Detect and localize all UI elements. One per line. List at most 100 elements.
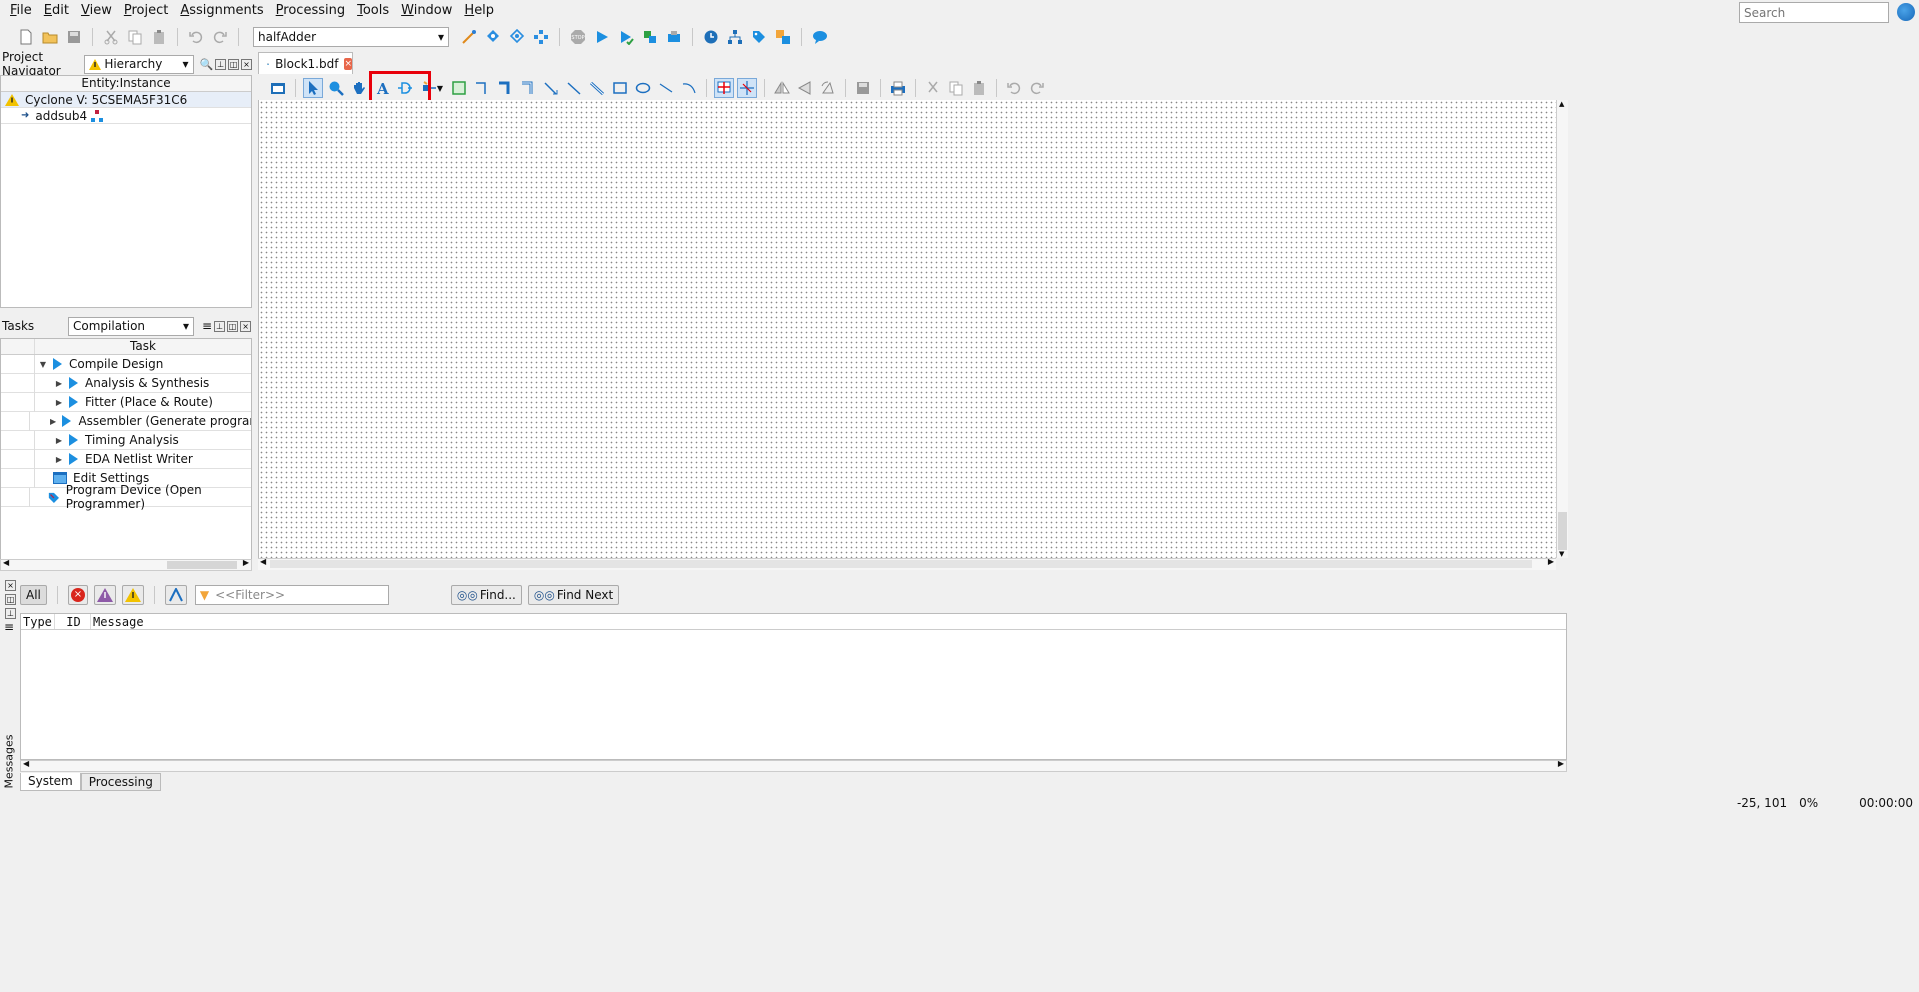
play-icon[interactable]	[69, 453, 78, 465]
hierarchy-icon[interactable]	[725, 27, 745, 47]
menu-processing[interactable]: Processing	[270, 0, 351, 22]
scroll-left-icon[interactable]: ◀	[3, 558, 9, 567]
menu-help[interactable]: Help	[458, 0, 500, 22]
warning-filter-button[interactable]	[121, 585, 144, 605]
selection-tool-icon[interactable]	[303, 78, 323, 98]
scroll-left-icon[interactable]: ◀	[23, 759, 29, 768]
save-icon[interactable]	[853, 78, 873, 98]
pin-icon[interactable]: ⊥	[215, 58, 227, 70]
canvas-vertical-scrollbar[interactable]: ▲ ▼	[1556, 100, 1568, 558]
orthogonal-node-icon[interactable]	[472, 78, 492, 98]
pin-icon[interactable]: ⊥	[5, 608, 16, 619]
zoom-tool-icon[interactable]	[326, 78, 346, 98]
oval-tool-icon[interactable]	[633, 78, 653, 98]
float-icon[interactable]: ◫	[5, 594, 16, 605]
revision-dropdown[interactable]: halfAdder ▾	[253, 27, 449, 47]
task-assembler[interactable]: ▶ Assembler (Generate programmin	[1, 411, 251, 431]
tag-icon[interactable]	[749, 27, 769, 47]
task-flow-dropdown[interactable]: Compilation ▾	[68, 316, 194, 336]
scroll-right-icon[interactable]: ▶	[1558, 759, 1564, 768]
menu-assignments[interactable]: Assignments	[174, 0, 269, 22]
expand-icon[interactable]: ▶	[55, 379, 63, 388]
tab-block1-bdf[interactable]: Block1.bdf ×	[258, 52, 353, 74]
column-header-id[interactable]: ID	[55, 614, 91, 629]
expand-icon[interactable]: ▶	[55, 398, 63, 407]
block-diagram-canvas[interactable]	[258, 100, 1556, 558]
analysis-icon[interactable]	[616, 27, 636, 47]
menu-icon[interactable]: ≡	[4, 620, 14, 634]
menu-tools[interactable]: Tools	[351, 0, 395, 22]
flip-vertical-icon[interactable]	[795, 78, 815, 98]
hand-tool-icon[interactable]	[349, 78, 369, 98]
flip-horizontal-icon[interactable]	[772, 78, 792, 98]
task-eda-netlist-writer[interactable]: ▶ EDA Netlist Writer	[1, 449, 251, 469]
copy-icon[interactable]	[946, 78, 966, 98]
block-tool-icon[interactable]	[449, 78, 469, 98]
task-compile-design[interactable]: ▼ Compile Design	[1, 354, 251, 374]
copy-icon[interactable]	[125, 27, 145, 47]
tab-system[interactable]: System	[20, 773, 81, 791]
canvas-horizontal-scrollbar[interactable]: ◀ ▶	[258, 557, 1556, 570]
partial-line-selection-icon[interactable]	[714, 78, 734, 98]
messages-horizontal-scrollbar[interactable]: ◀ ▶	[20, 759, 1567, 772]
critical-warning-filter-button[interactable]	[93, 585, 116, 605]
timing-icon[interactable]	[701, 27, 721, 47]
orthogonal-conduit-icon[interactable]	[518, 78, 538, 98]
menu-view[interactable]: View	[75, 0, 118, 22]
play-icon[interactable]	[62, 415, 72, 427]
chip-planner-icon[interactable]	[773, 27, 793, 47]
line-tool-icon[interactable]	[656, 78, 676, 98]
diagonal-line-icon[interactable]	[564, 78, 584, 98]
open-folder-icon[interactable]	[40, 27, 60, 47]
column-header-type[interactable]: Type	[21, 614, 55, 629]
cut-icon[interactable]	[923, 78, 943, 98]
find-button[interactable]: ◎◎ Find...	[450, 585, 522, 605]
diagonal-node-icon[interactable]	[541, 78, 561, 98]
scroll-down-icon[interactable]: ▼	[1559, 550, 1564, 558]
close-tab-icon[interactable]: ×	[344, 57, 352, 70]
expand-icon[interactable]: ▶	[50, 417, 57, 426]
suppressed-filter-button[interactable]	[164, 585, 187, 605]
scroll-right-icon[interactable]: ▶	[1548, 557, 1554, 566]
column-header-message[interactable]: Message	[91, 614, 1566, 629]
tasks-horizontal-scrollbar[interactable]: ◀ ▶	[0, 558, 252, 571]
task-program-device[interactable]: Program Device (Open Programmer)	[1, 483, 251, 511]
arc-tool-icon[interactable]	[679, 78, 699, 98]
assignment-editor-icon[interactable]	[483, 27, 503, 47]
search-input[interactable]	[1739, 2, 1889, 23]
rectangle-tool-icon[interactable]	[610, 78, 630, 98]
start-compilation-icon[interactable]	[592, 27, 612, 47]
play-icon[interactable]	[69, 434, 78, 446]
chat-bubble-icon[interactable]	[810, 27, 830, 47]
filter-all-button[interactable]: All	[20, 585, 47, 605]
play-icon[interactable]	[53, 358, 62, 370]
menu-project[interactable]: Project	[118, 0, 175, 22]
redo-icon[interactable]	[210, 27, 230, 47]
redo-icon[interactable]	[1027, 78, 1047, 98]
netlist-icon[interactable]	[640, 27, 660, 47]
find-next-button[interactable]: ◎◎ Find Next	[527, 585, 620, 605]
rotate-icon[interactable]	[818, 78, 838, 98]
pin-icon[interactable]: ⊥	[214, 320, 226, 332]
menu-window[interactable]: Window	[395, 0, 458, 22]
expand-icon[interactable]: ▶	[55, 455, 63, 464]
paste-icon[interactable]	[969, 78, 989, 98]
float-icon[interactable]: ◫	[227, 320, 239, 332]
close-icon[interactable]: ×	[240, 320, 252, 332]
menu-file[interactable]: File	[4, 0, 38, 22]
scroll-left-icon[interactable]: ◀	[260, 557, 266, 566]
scroll-right-icon[interactable]: ▶	[243, 558, 249, 567]
undo-icon[interactable]	[186, 27, 206, 47]
menu-edit[interactable]: Edit	[38, 0, 75, 22]
close-icon[interactable]: ×	[241, 58, 252, 70]
scroll-up-icon[interactable]: ▲	[1559, 100, 1564, 108]
project-icon[interactable]	[531, 27, 551, 47]
error-filter-button[interactable]: ×	[67, 585, 88, 605]
expand-icon[interactable]: ▶	[55, 436, 63, 445]
new-file-icon[interactable]	[16, 27, 36, 47]
float-icon[interactable]: ◫	[228, 58, 240, 70]
programmer-icon[interactable]	[664, 27, 684, 47]
save-icon[interactable]	[64, 27, 84, 47]
task-timing-analysis[interactable]: ▶ Timing Analysis	[1, 430, 251, 450]
globe-icon[interactable]	[1897, 3, 1915, 21]
